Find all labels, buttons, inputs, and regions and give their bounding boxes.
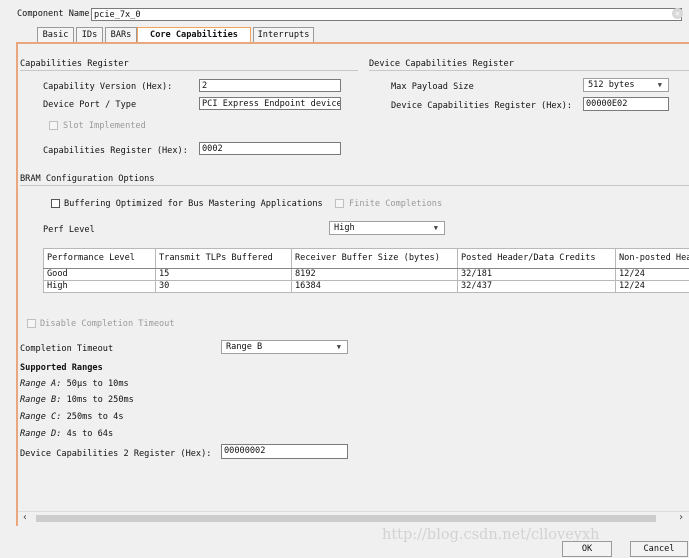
- finite-completions-checkbox: [335, 199, 344, 208]
- completion-timeout-dropdown[interactable]: Range B ▼: [221, 340, 348, 354]
- scrollbar-thumb[interactable]: [36, 515, 656, 522]
- section-divider: [369, 70, 689, 71]
- list-item: Range D: 4s to 64s: [20, 429, 113, 439]
- table-header: Transmit TLPs Buffered: [155, 248, 292, 269]
- range-name: Range D:: [20, 429, 62, 439]
- completion-timeout-label: Completion Timeout: [20, 344, 114, 354]
- disable-completion-timeout-label: Disable Completion Timeout: [40, 319, 175, 329]
- disable-completion-timeout-checkbox: [27, 319, 36, 328]
- slot-implemented-label: Slot Implemented: [63, 121, 146, 131]
- max-payload-size-dropdown[interactable]: 512 bytes ▼: [583, 78, 669, 92]
- horizontal-scrollbar[interactable]: ‹ ›: [18, 511, 689, 525]
- capabilities-register-label: Capabilities Register (Hex):: [43, 146, 188, 156]
- perf-level-label: Perf Level: [43, 225, 95, 235]
- triangle-down-icon: ▼: [336, 343, 341, 351]
- table-header: Posted Header/Data Credits: [457, 248, 616, 269]
- supported-ranges-title: Supported Ranges: [20, 363, 103, 373]
- device-capabilities-register-title: Device Capabilities Register: [369, 59, 514, 69]
- capabilities-register-field: 0002: [199, 142, 341, 155]
- capability-version-value: 2: [202, 81, 208, 91]
- tab-core-capabilities[interactable]: Core Capabilities: [137, 27, 251, 42]
- range-value: 50μs to 10ms: [66, 379, 129, 389]
- component-name-input[interactable]: pcie_7x_0: [91, 8, 682, 21]
- table-cell: 15: [155, 268, 292, 281]
- table-cell: 8192: [291, 268, 458, 281]
- perf-level-value: High: [334, 223, 355, 233]
- list-item: Range A: 50μs to 10ms: [20, 379, 129, 389]
- table-header: Non-posted Hea: [615, 248, 689, 269]
- finite-completions-label: Finite Completions: [349, 199, 443, 209]
- table-cell: 32/181: [457, 268, 616, 281]
- capability-version-field: 2: [199, 79, 341, 92]
- tab-basic[interactable]: Basic: [37, 27, 74, 42]
- device-capabilities-2-label: Device Capabilities 2 Register (Hex):: [20, 449, 212, 459]
- table-row: High 30 16384 32/437 12/24: [43, 280, 689, 293]
- completion-timeout-value: Range B: [226, 342, 263, 352]
- triangle-down-icon: ▼: [433, 224, 438, 232]
- range-value: 4s to 64s: [66, 429, 114, 439]
- table-cell: 12/24: [615, 268, 689, 281]
- cancel-button[interactable]: Cancel: [630, 541, 688, 557]
- table-header: Performance Level: [43, 248, 156, 269]
- chevron-right-icon[interactable]: ›: [678, 512, 684, 524]
- chevron-left-icon[interactable]: ‹: [22, 512, 28, 524]
- device-capabilities-register-field: 00000E02: [583, 97, 669, 111]
- tab-bars[interactable]: BARs: [105, 27, 137, 42]
- device-capabilities-register-label: Device Capabilities Register (Hex):: [391, 101, 573, 111]
- device-capabilities-2-field: 00000002: [221, 444, 348, 459]
- tab-interrupts[interactable]: Interrupts: [253, 27, 314, 42]
- device-port-type-value: PCI Express Endpoint device: [202, 99, 341, 109]
- device-capabilities-2-value: 00000002: [224, 446, 266, 456]
- device-capabilities-register-value: 00000E02: [586, 99, 628, 109]
- section-divider: [20, 70, 358, 71]
- triangle-down-icon: ▼: [657, 81, 662, 89]
- table-header-row: Performance Level Transmit TLPs Buffered…: [43, 248, 689, 269]
- component-name-label: Component Name: [17, 9, 90, 19]
- device-port-type-field: PCI Express Endpoint device: [199, 97, 341, 110]
- table-cell: Good: [43, 268, 156, 281]
- table-cell: High: [43, 280, 156, 293]
- list-item: Range B: 10ms to 250ms: [20, 395, 134, 405]
- tab-ids[interactable]: IDs: [76, 27, 103, 42]
- section-divider: [20, 185, 689, 186]
- buffering-optimized-checkbox[interactable]: [51, 199, 60, 208]
- range-name: Range B:: [20, 395, 62, 405]
- range-value: 10ms to 250ms: [66, 395, 134, 405]
- list-item: Range C: 250ms to 4s: [20, 412, 124, 422]
- table-cell: 30: [155, 280, 292, 293]
- component-name-value: pcie_7x_0: [94, 10, 141, 20]
- slot-implemented-checkbox: [49, 121, 58, 130]
- buffering-optimized-label: Buffering Optimized for Bus Mastering Ap…: [64, 199, 323, 209]
- capabilities-register-title: Capabilities Register: [20, 59, 129, 69]
- range-name: Range A:: [20, 379, 62, 389]
- table-header: Receiver Buffer Size (bytes): [291, 248, 458, 269]
- table-row: Good 15 8192 32/181 12/24: [43, 268, 689, 281]
- device-port-type-label: Device Port / Type: [43, 100, 137, 110]
- capabilities-register-value: 0002: [202, 144, 223, 154]
- table-cell: 12/24: [615, 280, 689, 293]
- capability-version-label: Capability Version (Hex):: [43, 82, 173, 92]
- clear-icon[interactable]: ✕: [672, 8, 683, 19]
- perf-level-dropdown[interactable]: High ▼: [329, 221, 445, 235]
- range-name: Range C:: [20, 412, 62, 422]
- max-payload-size-value: 512 bytes: [588, 80, 635, 90]
- performance-table: Performance Level Transmit TLPs Buffered…: [43, 248, 689, 293]
- max-payload-size-label: Max Payload Size: [391, 82, 474, 92]
- table-cell: 16384: [291, 280, 458, 293]
- ok-button[interactable]: OK: [562, 541, 612, 557]
- table-cell: 32/437: [457, 280, 616, 293]
- bram-configuration-title: BRAM Configuration Options: [20, 174, 155, 184]
- range-value: 250ms to 4s: [66, 412, 124, 422]
